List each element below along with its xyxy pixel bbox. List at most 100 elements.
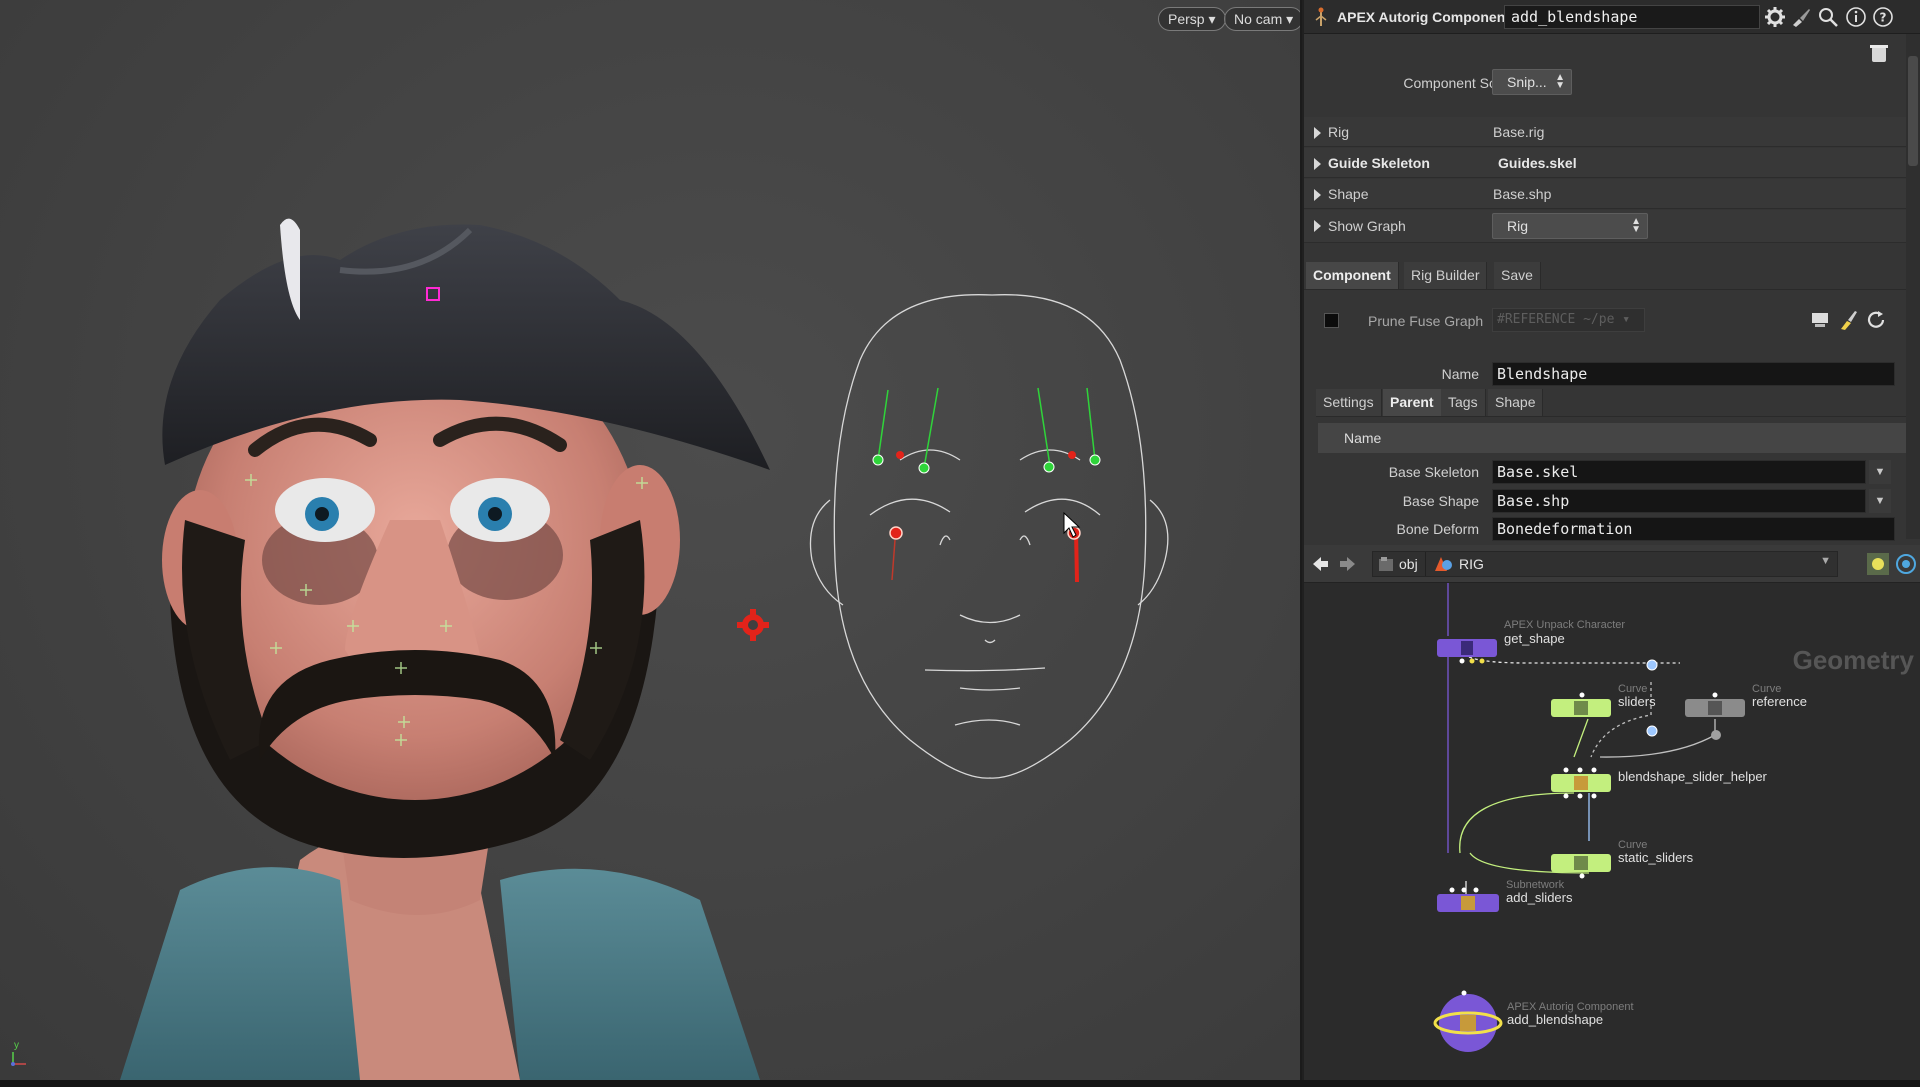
path-obj[interactable]: obj (1399, 556, 1418, 572)
node-name-field[interactable]: add_blendshape (1504, 5, 1760, 29)
node-get-shape-name: get_shape (1504, 631, 1565, 646)
gear-icon[interactable] (1764, 6, 1786, 28)
select-arrows-icon: ▲ ▼ (1555, 72, 1565, 91)
chevron-down-icon: ▾ (1286, 11, 1294, 27)
base-skeleton-label: Base Skeleton (1388, 464, 1479, 480)
node-static-sliders-name: static_sliders (1618, 850, 1694, 865)
node-static-sliders[interactable] (1551, 854, 1611, 879)
vest-right (500, 868, 760, 1080)
table-header-name: Name (1344, 430, 1382, 446)
select-arrows-icon: ▲ ▼ (1631, 216, 1641, 235)
tab-shape[interactable]: Shape (1488, 389, 1544, 416)
node-type-icon (1315, 7, 1327, 26)
brow-slider-handles[interactable] (872, 387, 1101, 474)
expand-triangle-icon (1314, 127, 1321, 139)
back-arrow-icon[interactable] (1310, 554, 1330, 574)
network-path-bar[interactable]: obj RIG ▼ (1372, 551, 1838, 577)
prune-fuse-graph-placeholder: #REFERENCE ~/pe (1497, 312, 1615, 327)
3d-viewport[interactable]: Persp ▾ No cam ▾ y (0, 0, 1300, 1080)
chevron-down-icon[interactable]: ▼ (1820, 555, 1831, 567)
tab-tags[interactable]: Tags (1441, 389, 1486, 416)
network-editor[interactable]: obj RIG ▼ Geometry APEX Unpack Character… (1302, 545, 1920, 1080)
network-canvas[interactable]: Geometry APEX Unpack Character get_shape… (1304, 583, 1920, 1080)
network-view-icon[interactable] (1895, 553, 1917, 575)
folder-show-graph[interactable]: Show Graph Rig ▲ ▼ (1304, 210, 1906, 243)
face-guide-curves (809, 294, 1169, 779)
camera-menu[interactable]: No cam ▾ (1224, 7, 1300, 31)
brush-icon[interactable] (1790, 6, 1812, 28)
node-get-shape[interactable] (1437, 639, 1497, 664)
show-graph-value: Rig (1507, 218, 1529, 234)
bone-deform-field[interactable]: Bonedeformation (1492, 517, 1895, 541)
prune-fuse-graph-label: Prune Fuse Graph (1368, 313, 1484, 329)
folder-rig-value: Base.rig (1493, 124, 1545, 140)
parameter-titlebar: APEX Autorig Component add_blendshape ? (1304, 0, 1920, 34)
node-get-shape-type: APEX Unpack Character (1504, 619, 1626, 631)
node-sliders-name: sliders (1618, 694, 1656, 709)
tab-component[interactable]: Component (1306, 262, 1399, 289)
display-flag-icon[interactable] (1866, 552, 1890, 576)
tab-settings[interactable]: Settings (1316, 389, 1382, 416)
folder-guide-skeleton-value: Guides.skel (1498, 155, 1577, 171)
node-add-blendshape-name: add_blendshape (1507, 1012, 1604, 1027)
camera-label: No cam (1234, 11, 1283, 27)
camera-mode-menu[interactable]: Persp ▾ (1158, 7, 1226, 31)
parameter-panel: APEX Autorig Component add_blendshape ? … (1302, 0, 1920, 545)
axis-gizmo: y (8, 1040, 32, 1068)
viewport-scene (120, 218, 1169, 1080)
network-toolbar: obj RIG ▼ (1304, 545, 1920, 583)
folder-shape-value: Base.shp (1493, 186, 1552, 202)
table-header: Name (1318, 423, 1906, 453)
chevron-down-icon: ▾ (1208, 11, 1216, 27)
folder-rig[interactable]: Rig Base.rig (1304, 117, 1906, 147)
expand-triangle-icon (1314, 189, 1321, 201)
tab-parent[interactable]: Parent (1383, 389, 1442, 416)
name-label: Name (1441, 366, 1479, 382)
show-graph-select[interactable]: Rig ▲ ▼ (1492, 213, 1648, 239)
axis-y-label: y (14, 1040, 19, 1051)
eye-slider-handles[interactable] (889, 526, 1081, 583)
sub-tab-bar: Settings Parent Tags Shape (1316, 389, 1906, 417)
node-reference[interactable] (1685, 692, 1745, 718)
node-type-label: APEX Autorig Component (1337, 9, 1510, 25)
node-sliders[interactable] (1551, 692, 1611, 718)
node-add-sliders[interactable] (1437, 887, 1499, 913)
folder-guide-skeleton[interactable]: Guide Skeleton Guides.skel (1304, 148, 1906, 178)
folder-shape-label: Shape (1328, 186, 1369, 202)
trash-icon[interactable] (1869, 42, 1889, 64)
parameter-scroll-thumb[interactable] (1908, 56, 1918, 166)
base-shape-field[interactable]: Base.shp (1492, 489, 1866, 513)
node-bundle-icon[interactable] (1809, 309, 1831, 331)
prune-fuse-graph-checkbox[interactable] (1324, 313, 1339, 328)
chevron-down-icon[interactable]: ▼ (1869, 460, 1891, 484)
search-icon[interactable] (1817, 6, 1839, 28)
folder-guide-skeleton-label: Guide Skeleton (1328, 155, 1430, 171)
chevron-down-icon[interactable]: ▼ (1869, 489, 1891, 513)
component-source-select[interactable]: Snip... ▲ ▼ (1492, 69, 1572, 95)
forward-arrow-icon[interactable] (1338, 554, 1358, 574)
expand-triangle-icon (1314, 220, 1321, 232)
red-gear-handle[interactable] (737, 609, 769, 641)
prune-fuse-graph-field[interactable]: #REFERENCE ~/pe ▾ (1492, 308, 1645, 332)
status-bar (0, 1080, 1920, 1087)
node-reference-name: reference (1752, 694, 1807, 709)
tab-save[interactable]: Save (1494, 262, 1541, 289)
node-blendshape-slider-helper-name: blendshape_slider_helper (1618, 769, 1767, 784)
help-icon[interactable]: ? (1872, 6, 1894, 28)
clean-brush-icon[interactable] (1837, 309, 1859, 331)
folder-shape[interactable]: Shape Base.shp (1304, 179, 1906, 209)
component-source-value: Snip... (1507, 74, 1547, 90)
folder-rig-label: Rig (1328, 124, 1350, 140)
expand-triangle-icon (1314, 158, 1321, 170)
base-skeleton-field[interactable]: Base.skel (1492, 460, 1866, 484)
refresh-icon[interactable] (1865, 309, 1887, 331)
path-rig[interactable]: RIG (1459, 556, 1484, 572)
camera-mode-label: Persp (1168, 11, 1205, 27)
node-add-blendshape[interactable] (1433, 990, 1503, 1053)
node-add-sliders-name: add_sliders (1506, 890, 1573, 905)
info-icon[interactable] (1845, 6, 1867, 28)
tab-rig-builder[interactable]: Rig Builder (1404, 262, 1488, 289)
name-field[interactable]: Blendshape (1492, 362, 1895, 386)
obj-context-icon (1379, 557, 1393, 571)
folder-show-graph-label: Show Graph (1328, 218, 1406, 234)
